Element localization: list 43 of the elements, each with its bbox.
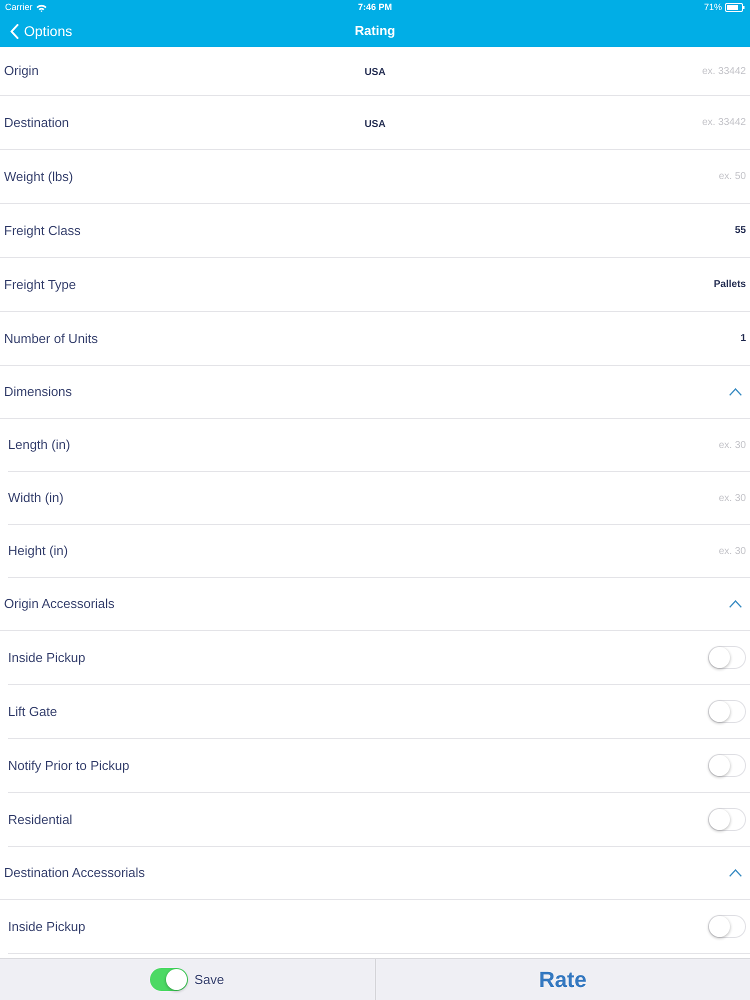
input-field[interactable]: ex. 50 — [656, 166, 746, 186]
field-label: Freight Type — [4, 276, 76, 294]
field-label: Residential — [8, 810, 72, 829]
field-label: Number of Units — [4, 330, 98, 348]
input-field[interactable]: ex. 30 — [656, 488, 746, 508]
field-label: Height (in) — [8, 542, 68, 560]
toggle-switch[interactable] — [708, 754, 746, 777]
clock-time: 7:46 PM — [358, 0, 392, 14]
rate-button[interactable]: Rate — [530, 963, 595, 996]
input-field[interactable]: ex. 33442 — [656, 112, 746, 132]
field-label: Length (in) — [8, 436, 70, 454]
field-label: Width (in) — [8, 489, 64, 508]
toggle-switch[interactable] — [708, 646, 746, 669]
field-value[interactable]: 55 — [734, 223, 746, 238]
country-value[interactable]: USA — [364, 118, 386, 130]
battery-icon — [725, 3, 745, 12]
field-label: Weight (lbs) — [4, 168, 74, 186]
carrier-label: Carrier — [5, 0, 33, 14]
toggle-switch[interactable] — [708, 915, 746, 938]
section-header[interactable]: Origin Accessorials — [0, 578, 750, 631]
section-header[interactable]: Dimensions — [0, 366, 750, 419]
input-field[interactable]: ex. 33442 — [656, 61, 746, 81]
country-value[interactable]: USA — [364, 67, 386, 78]
toggle-switch[interactable] — [708, 808, 746, 831]
toggle-switch[interactable] — [708, 700, 746, 723]
field-label: Origin — [4, 62, 39, 80]
input-field[interactable]: ex. 30 — [656, 435, 746, 455]
field-label: Freight Class — [4, 222, 81, 240]
field-label: Notify Prior to Pickup — [8, 756, 130, 775]
screen-title: Rating — [354, 22, 396, 40]
field-value[interactable]: 1 — [740, 331, 746, 346]
field-label: Destination — [4, 114, 70, 132]
field-value[interactable]: Pallets — [714, 277, 746, 292]
field-label: Inside Pickup — [8, 918, 86, 936]
input-field[interactable]: ex. 30 — [656, 541, 746, 561]
back-chevron-icon — [10, 24, 19, 38]
field-label: Inside Pickup — [8, 648, 86, 667]
section-header[interactable]: Destination Accessorials — [0, 847, 750, 900]
field-label: Lift Gate — [8, 702, 58, 721]
wifi-icon — [36, 4, 47, 12]
battery-percentage: 71% — [704, 0, 722, 14]
save-toggle[interactable] — [150, 968, 188, 991]
save-label: Save — [194, 970, 224, 989]
